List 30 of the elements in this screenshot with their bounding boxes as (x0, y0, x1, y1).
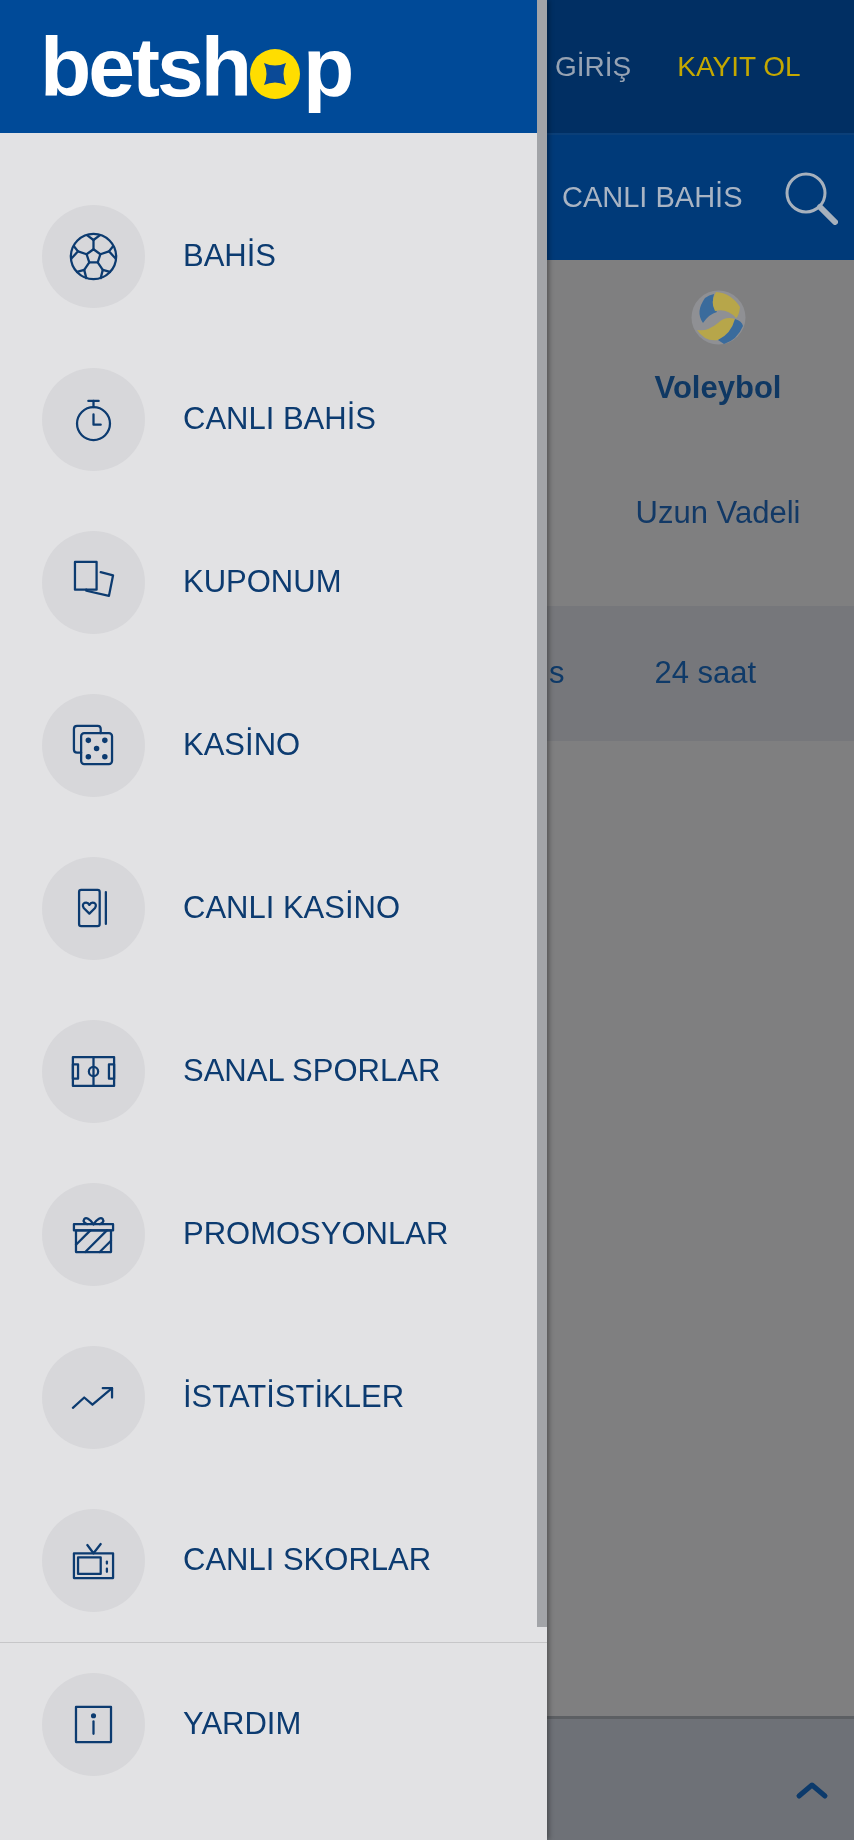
logo-text: p (303, 19, 352, 114)
menu-item[interactable]: CANLI KASİNO (0, 827, 537, 990)
two-cards-icon (42, 531, 145, 634)
nav-link-text[interactable]: CANLI BAHİS (562, 175, 743, 220)
menu-item[interactable]: BAHİS (0, 175, 537, 338)
menu-item[interactable]: PROMOSYONLAR (0, 1153, 537, 1316)
search-icon[interactable] (784, 170, 838, 225)
info-icon (42, 1673, 145, 1776)
ball-icon (250, 48, 301, 99)
volleyball-icon[interactable] (690, 290, 746, 345)
menu-item[interactable]: KUPONUM (0, 501, 537, 664)
logo-text: betsh (40, 19, 250, 114)
trend-up-icon (42, 1346, 145, 1449)
football-pitch-icon (42, 1020, 145, 1123)
soccer-ball-icon (42, 205, 145, 308)
stopwatch-icon (42, 368, 145, 471)
menu-item[interactable]: CANLI BAHİS (0, 338, 537, 501)
menu-item[interactable]: KASİNO (0, 664, 537, 827)
sport-label: Voleybol (654, 370, 782, 406)
menu-item[interactable]: SANAL SPORLAR (0, 990, 537, 1153)
dice-icon (42, 694, 145, 797)
playing-card-icon (42, 857, 145, 960)
scrollbar-thumb[interactable] (537, 0, 547, 1627)
login-link[interactable]: GİRİŞ (555, 45, 632, 88)
menu-item[interactable]: YARDIM (0, 1643, 537, 1806)
tv-icon (42, 1509, 145, 1612)
menu-item[interactable]: CANLI SKORLAR (0, 1479, 537, 1642)
gift-icon (42, 1183, 145, 1286)
menu-item[interactable]: İSTATİSTİKLER (0, 1316, 537, 1479)
register-link[interactable]: KAYIT OL (677, 45, 801, 88)
